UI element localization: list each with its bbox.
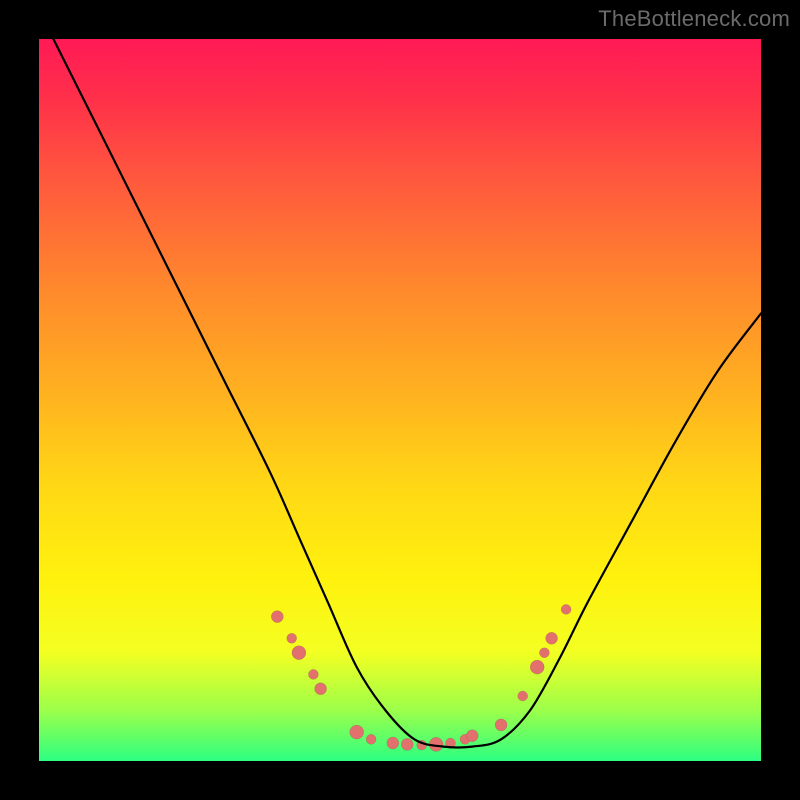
plot-area (39, 39, 761, 761)
data-marker (287, 633, 297, 643)
data-marker (271, 611, 283, 623)
watermark-text: TheBottleneck.com (598, 6, 790, 32)
chart-svg (39, 39, 761, 761)
data-marker (495, 719, 507, 731)
data-marker (366, 734, 376, 744)
data-marker (530, 660, 544, 674)
data-marker (539, 648, 549, 658)
data-marker (561, 604, 571, 614)
chart-frame: TheBottleneck.com (0, 0, 800, 800)
data-marker (401, 738, 413, 750)
bottleneck-curve (53, 39, 761, 748)
data-marker (315, 683, 327, 695)
data-marker (292, 646, 306, 660)
data-marker (546, 632, 558, 644)
data-marker (350, 725, 364, 739)
markers-group (271, 604, 571, 751)
data-marker (466, 730, 478, 742)
data-marker (518, 691, 528, 701)
data-marker (387, 737, 399, 749)
data-marker (308, 669, 318, 679)
